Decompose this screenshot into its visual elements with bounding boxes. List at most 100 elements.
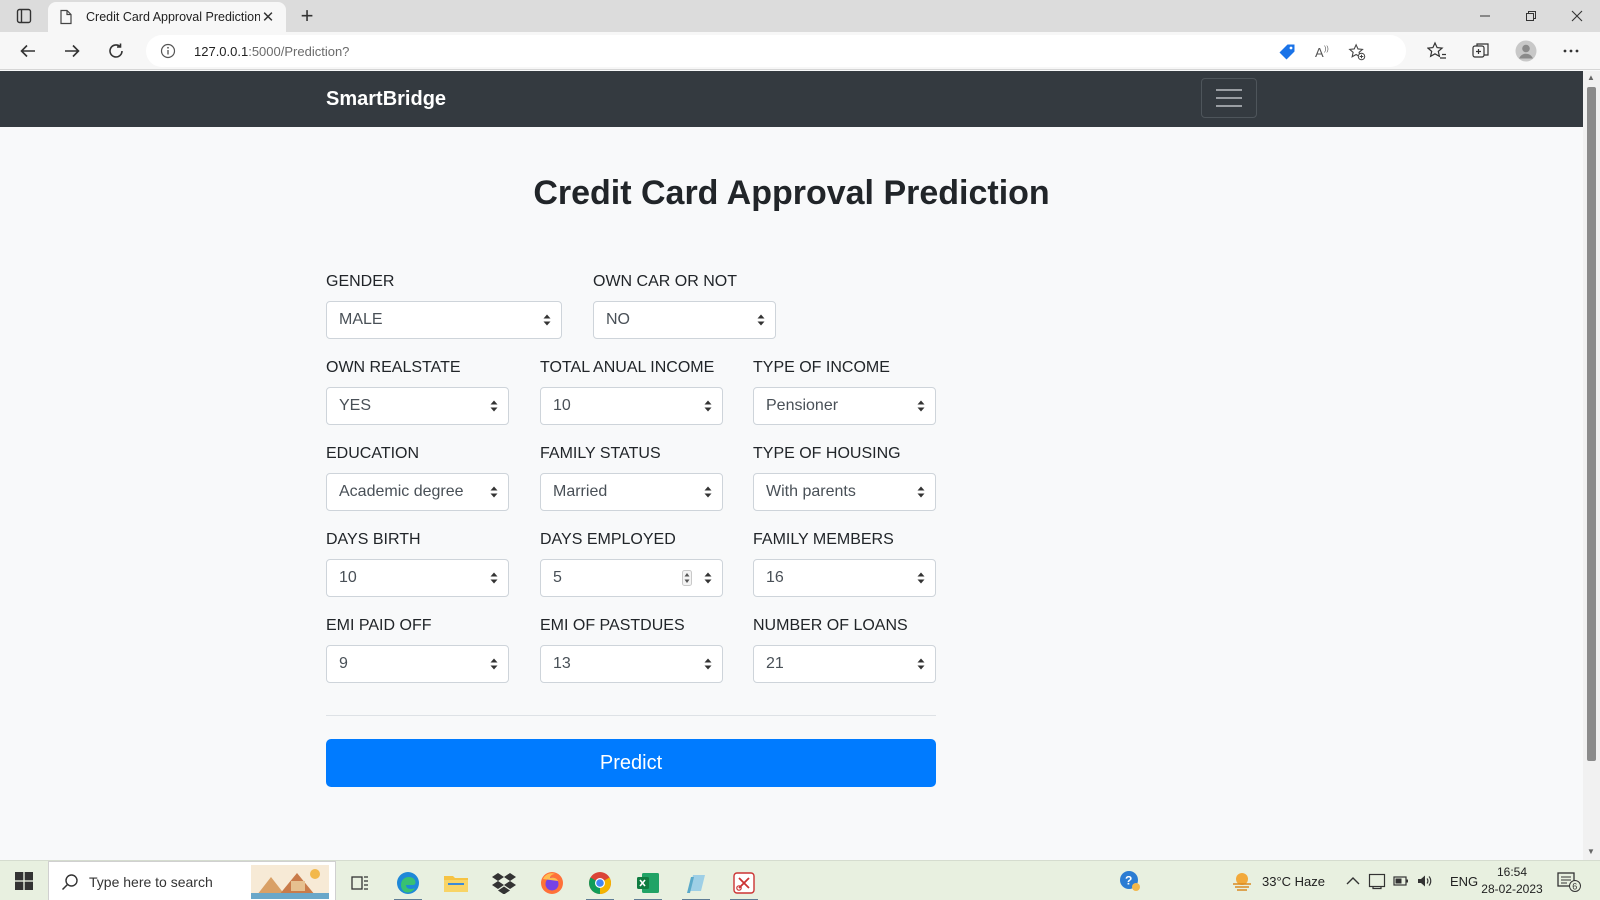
form-divider: [326, 715, 936, 716]
add-favorite-icon[interactable]: [1348, 43, 1366, 61]
weather-widget[interactable]: 33°C Haze: [1230, 861, 1325, 900]
edge-browser-icon[interactable]: [386, 865, 430, 900]
notifications-icon[interactable]: 6: [1556, 861, 1582, 900]
volume-icon[interactable]: [1416, 872, 1434, 890]
clock-time: 16:54: [1496, 865, 1528, 879]
collections-icon[interactable]: [1470, 40, 1492, 62]
read-aloud-icon[interactable]: A)): [1314, 43, 1332, 61]
excel-icon[interactable]: [626, 865, 670, 900]
family-status-select[interactable]: Married: [540, 473, 723, 511]
type-of-housing-value: With parents: [766, 483, 856, 500]
refresh-button[interactable]: [102, 38, 130, 64]
tab-close-icon[interactable]: ✕: [260, 8, 276, 26]
own-realstate-select[interactable]: YES: [326, 387, 509, 425]
tab-title: Credit Card Approval Prediction: [86, 10, 260, 24]
emi-paid-off-value: 9: [339, 655, 348, 672]
chrome-icon[interactable]: [578, 865, 622, 900]
own-car-label: OWN CAR OR NOT: [593, 273, 737, 290]
select-caret-icon: [704, 400, 712, 412]
type-of-income-select[interactable]: Pensioner: [753, 387, 936, 425]
favorites-icon[interactable]: [1426, 40, 1448, 62]
select-caret-icon: [917, 486, 925, 498]
firefox-icon[interactable]: [530, 865, 574, 900]
web-page: SmartBridge Credit Card Approval Predict…: [0, 71, 1583, 860]
emi-of-pastdues-select[interactable]: 13: [540, 645, 723, 683]
haze-sun-icon: [1233, 873, 1251, 891]
minimize-button[interactable]: [1462, 0, 1508, 32]
total-annual-income-label: TOTAL ANUAL INCOME: [540, 359, 715, 376]
search-highlight-illustration-icon: [251, 865, 329, 899]
svg-text:A: A: [1315, 45, 1324, 60]
scroll-down-icon[interactable]: ▼: [1587, 847, 1595, 856]
emi-of-pastdues-label: EMI OF PASTDUES: [540, 617, 685, 634]
scroll-up-icon[interactable]: ▲: [1587, 73, 1595, 82]
gender-select[interactable]: MALE: [326, 301, 562, 339]
type-of-income-value: Pensioner: [766, 397, 839, 414]
tab-actions-icon[interactable]: [14, 7, 34, 25]
hamburger-icon-bar: [1216, 105, 1242, 107]
education-value: Academic degree: [339, 483, 464, 500]
file-explorer-icon[interactable]: [434, 865, 478, 900]
emi-paid-off-label: EMI PAID OFF: [326, 617, 432, 634]
restore-button[interactable]: [1508, 0, 1554, 32]
gender-value: MALE: [339, 311, 383, 328]
battery-icon[interactable]: [1392, 872, 1410, 890]
svg-text:)): )): [1324, 46, 1329, 53]
taskbar-search[interactable]: Type here to search: [48, 861, 336, 900]
shopping-tag-icon[interactable]: [1278, 43, 1296, 61]
brand-logo[interactable]: SmartBridge: [326, 88, 446, 111]
predict-button[interactable]: Predict: [326, 739, 936, 787]
new-tab-button[interactable]: +: [294, 4, 320, 30]
days-birth-select[interactable]: 10: [326, 559, 509, 597]
total-annual-income-select[interactable]: 10: [540, 387, 723, 425]
select-caret-icon: [490, 572, 498, 584]
url-path: :5000/Prediction?: [248, 44, 350, 59]
snipping-tool-icon[interactable]: [722, 865, 766, 900]
days-employed-select[interactable]: 5: [540, 559, 723, 597]
help-icon[interactable]: ?: [1118, 861, 1142, 900]
browser-tab-active[interactable]: Credit Card Approval Prediction ✕: [48, 2, 286, 32]
system-tray-icons[interactable]: [1368, 861, 1434, 900]
page-scrollbar[interactable]: ▲ ▼: [1583, 71, 1600, 860]
scrollbar-thumb[interactable]: [1587, 87, 1596, 761]
gender-label: GENDER: [326, 273, 395, 290]
clock-date: 28-02-2023: [1481, 882, 1543, 896]
weather-text: 33°C Haze: [1262, 873, 1326, 889]
url-text: 127.0.0.1:5000/Prediction?: [194, 44, 349, 59]
dropbox-icon[interactable]: [482, 865, 526, 900]
family-members-select[interactable]: 16: [753, 559, 936, 597]
system-clock[interactable]: 16:54 28-02-2023: [1476, 864, 1548, 898]
input-language[interactable]: ENG: [1450, 861, 1478, 900]
task-view-icon[interactable]: [338, 865, 382, 900]
number-of-loans-select[interactable]: 21: [753, 645, 936, 683]
own-car-select[interactable]: NO: [593, 301, 776, 339]
select-caret-icon: [490, 486, 498, 498]
site-info-icon[interactable]: [160, 43, 176, 59]
site-navbar: SmartBridge: [0, 71, 1583, 127]
menu-toggle-button[interactable]: [1201, 78, 1257, 118]
show-hidden-icons-icon[interactable]: [1346, 861, 1360, 900]
notepad-icon[interactable]: [674, 865, 718, 900]
back-button[interactable]: [14, 38, 42, 64]
type-of-housing-select[interactable]: With parents: [753, 473, 936, 511]
meet-now-icon[interactable]: [1368, 872, 1386, 890]
number-spinner-icon[interactable]: [682, 570, 692, 586]
select-caret-icon: [490, 400, 498, 412]
settings-more-icon[interactable]: [1560, 40, 1582, 62]
family-status-value: Married: [553, 483, 608, 500]
education-select[interactable]: Academic degree: [326, 473, 509, 511]
family-status-label: FAMILY STATUS: [540, 445, 661, 462]
profile-avatar-icon[interactable]: [1515, 40, 1537, 62]
own-car-value: NO: [606, 311, 630, 328]
days-employed-label: DAYS EMPLOYED: [540, 531, 676, 548]
number-of-loans-value: 21: [766, 655, 784, 672]
search-icon: [61, 874, 78, 891]
family-members-label: FAMILY MEMBERS: [753, 531, 894, 548]
url-field[interactable]: 127.0.0.1:5000/Prediction? A)): [146, 35, 1406, 67]
close-window-button[interactable]: [1554, 0, 1600, 32]
emi-paid-off-select[interactable]: 9: [326, 645, 509, 683]
select-caret-icon: [704, 572, 712, 584]
forward-button[interactable]: [58, 38, 86, 64]
notification-count: 6: [1572, 882, 1577, 892]
start-button[interactable]: [0, 861, 48, 900]
